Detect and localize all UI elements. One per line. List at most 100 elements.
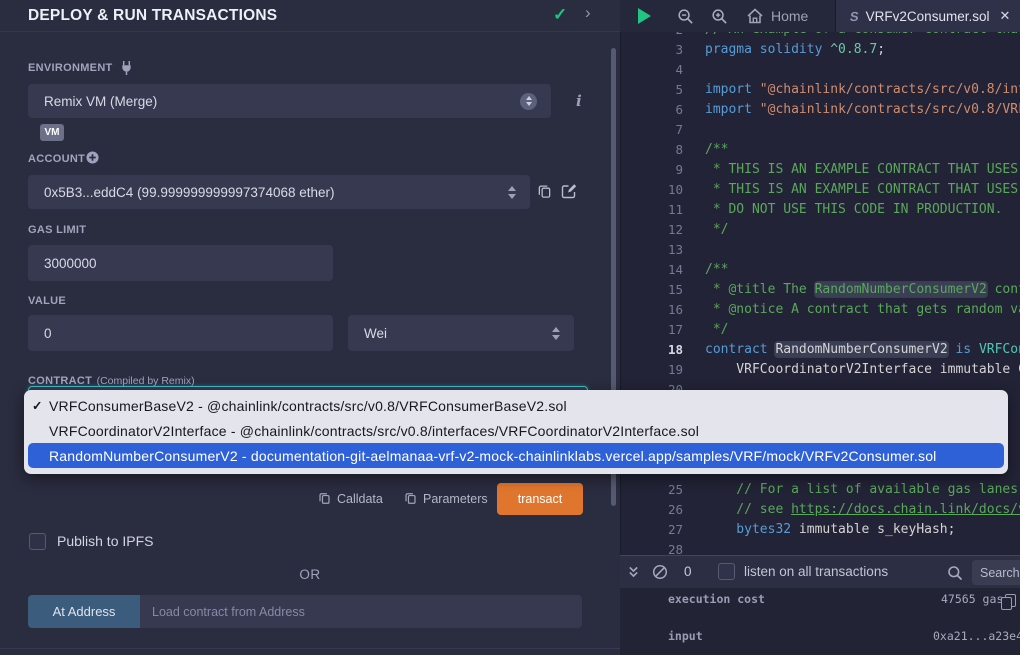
- code-token: */: [705, 322, 728, 337]
- code-token: // An example of a consumer contract tha…: [705, 32, 1020, 37]
- gas-limit-label: GAS LIMIT: [28, 224, 86, 236]
- publish-ipfs-label: Publish to IPFS: [57, 533, 154, 549]
- listen-all-checkbox[interactable]: [718, 563, 735, 580]
- code-text: VRFCoordinatorV2Interface immutable COOR…: [705, 360, 1020, 380]
- code-token: "@chainlink/contracts/src/v0.8/interface…: [760, 82, 1020, 97]
- code-line[interactable]: 18contract RandomNumberConsumerV2 is VRF…: [621, 340, 1020, 360]
- code-text: pragma solidity ^0.8.7;: [705, 40, 885, 60]
- code-line[interactable]: 3pragma solidity ^0.8.7;: [621, 40, 1020, 60]
- code-line[interactable]: 8/**: [621, 140, 1020, 160]
- line-number: 7: [621, 120, 683, 140]
- code-token: "@chainlink/contracts/src/v0.8/VRFConsum…: [760, 102, 1020, 117]
- add-account-icon[interactable]: [86, 151, 99, 164]
- code-editor[interactable]: 2 // An example of a consumer contract th…: [621, 32, 1020, 555]
- tab-active-file[interactable]: S VRFv2Consumer.sol ✕: [836, 0, 1020, 32]
- remix-ide-window: DEPLOY & RUN TRANSACTIONS ✓ › ENVIRONMEN…: [0, 0, 1020, 655]
- code-token: RandomNumberConsumerV2: [775, 342, 947, 357]
- select-caret-icon: [552, 327, 560, 340]
- copy-parameters-icon[interactable]: [404, 491, 417, 505]
- line-number: 27: [621, 520, 683, 540]
- collapse-terminal-icon[interactable]: [628, 565, 639, 579]
- line-number: 16: [621, 300, 683, 320]
- terminal-output[interactable]: execution cost47565 gasinput0xa21...a23e…: [620, 588, 1020, 655]
- parameters-button[interactable]: Parameters: [423, 492, 488, 506]
- code-line[interactable]: 6 import "@chainlink/contracts/src/v0.8/V…: [621, 100, 1020, 120]
- code-token: */: [705, 222, 728, 237]
- clear-console-icon[interactable]: [652, 564, 668, 580]
- code-text: * THIS IS AN EXAMPLE CONTRACT THAT USES …: [705, 180, 1020, 200]
- transaction-count: 0: [684, 564, 692, 579]
- code-token: VRFCoordinatorV2Interface immutable COOR…: [705, 362, 1020, 377]
- code-text: * @notice A contract that gets random va…: [705, 300, 1020, 320]
- line-number: 6: [621, 100, 683, 120]
- code-line[interactable]: 27 bytes32 immutable s_keyHash;: [621, 520, 1020, 540]
- listen-all-label: listen on all transactions: [744, 564, 888, 579]
- line-number: 13: [621, 240, 683, 260]
- terminal-search-input[interactable]: [972, 560, 1020, 585]
- zoom-out-icon[interactable]: [677, 8, 694, 25]
- code-line[interactable]: 11 * DO NOT USE THIS CODE IN PRODUCTION.: [621, 200, 1020, 220]
- code-token: /**: [705, 262, 728, 277]
- code-line[interactable]: 7: [621, 120, 1020, 140]
- code-token: contract: [705, 342, 775, 357]
- line-number: 4: [621, 60, 683, 80]
- calldata-button[interactable]: Calldata: [337, 492, 383, 506]
- code-line[interactable]: 15 * @title The RandomNumberConsumerV2 c…: [621, 280, 1020, 300]
- contract-dropdown-option[interactable]: VRFCoordinatorV2Interface - @chainlink/c…: [24, 418, 1008, 443]
- home-icon: [746, 8, 764, 24]
- code-token: * DO NOT USE THIS CODE IN PRODUCTION.: [705, 202, 1002, 217]
- close-tab-icon[interactable]: ✕: [999, 8, 1010, 24]
- contract-dropdown-option[interactable]: ✓VRFConsumerBaseV2 - @chainlink/contract…: [24, 393, 1008, 418]
- code-line[interactable]: 13: [621, 240, 1020, 260]
- code-line[interactable]: 25 // For a list of available gas lanes …: [621, 480, 1020, 500]
- gas-limit-input[interactable]: [28, 245, 333, 281]
- code-token: /**: [705, 142, 728, 157]
- plug-icon: [120, 60, 133, 76]
- check-icon: ✓: [32, 398, 45, 413]
- option-label: RandomNumberConsumerV2 - documentation-g…: [49, 448, 937, 464]
- edit-account-icon[interactable]: [561, 183, 578, 199]
- code-line[interactable]: 19 VRFCoordinatorV2Interface immutable C…: [621, 360, 1020, 380]
- terminal-row-value: 0xa21...a23e4: [933, 629, 1020, 643]
- contract-dropdown-option[interactable]: RandomNumberConsumerV2 - documentation-g…: [28, 443, 1004, 468]
- code-text: /**: [705, 140, 728, 160]
- chevron-right-icon[interactable]: ›: [585, 3, 591, 23]
- at-address-input[interactable]: [140, 595, 582, 628]
- publish-ipfs-checkbox[interactable]: [29, 533, 46, 550]
- code-token: import: [705, 102, 760, 117]
- copy-icon[interactable]: [1005, 594, 1016, 607]
- code-line[interactable]: 28: [621, 540, 1020, 555]
- zoom-in-icon[interactable]: [711, 8, 728, 25]
- info-icon[interactable]: i: [576, 92, 582, 110]
- code-line[interactable]: 12 */: [621, 220, 1020, 240]
- value-unit-select[interactable]: Wei: [348, 315, 574, 351]
- value-input[interactable]: [28, 315, 333, 351]
- code-line[interactable]: 5import "@chainlink/contracts/src/v0.8/i…: [621, 80, 1020, 100]
- code-line[interactable]: 17 */: [621, 320, 1020, 340]
- terminal-row-label: input: [668, 629, 703, 643]
- code-token: bytes32: [705, 522, 791, 537]
- transact-button[interactable]: transact: [497, 483, 583, 515]
- code-text: * THIS IS AN EXAMPLE CONTRACT THAT USES …: [705, 160, 1020, 180]
- code-text: contract RandomNumberConsumerV2 is VRFCo…: [705, 340, 1020, 360]
- environment-select[interactable]: Remix VM (Merge): [28, 84, 551, 118]
- at-address-button[interactable]: At Address: [28, 595, 140, 628]
- code-text: bytes32 immutable s_keyHash;: [705, 520, 955, 540]
- terminal-row-value: 47565 gas: [941, 592, 1003, 606]
- code-line[interactable]: 4: [621, 60, 1020, 80]
- code-token: * @notice A contract that gets random va…: [705, 302, 1020, 317]
- line-number: 2: [621, 32, 683, 40]
- run-script-icon[interactable]: [638, 8, 651, 24]
- copy-account-icon[interactable]: [537, 183, 552, 199]
- account-select[interactable]: 0x5B3...eddC4 (99.999999999997374068 eth…: [28, 175, 530, 209]
- code-line[interactable]: 16 * @notice A contract that gets random…: [621, 300, 1020, 320]
- code-line[interactable]: 9 * THIS IS AN EXAMPLE CONTRACT THAT USE…: [621, 160, 1020, 180]
- code-line[interactable]: 2 // An example of a consumer contract th…: [621, 32, 1020, 40]
- copy-calldata-icon[interactable]: [318, 491, 331, 505]
- code-line[interactable]: 14/**: [621, 260, 1020, 280]
- code-line[interactable]: 10 * THIS IS AN EXAMPLE CONTRACT THAT US…: [621, 180, 1020, 200]
- environment-label: ENVIRONMENT: [28, 62, 113, 74]
- code-line[interactable]: 26 // see https://docs.chain.link/docs/v…: [621, 500, 1020, 520]
- contract-dropdown-list: ✓VRFConsumerBaseV2 - @chainlink/contract…: [24, 390, 1008, 474]
- tab-home[interactable]: Home: [746, 0, 836, 32]
